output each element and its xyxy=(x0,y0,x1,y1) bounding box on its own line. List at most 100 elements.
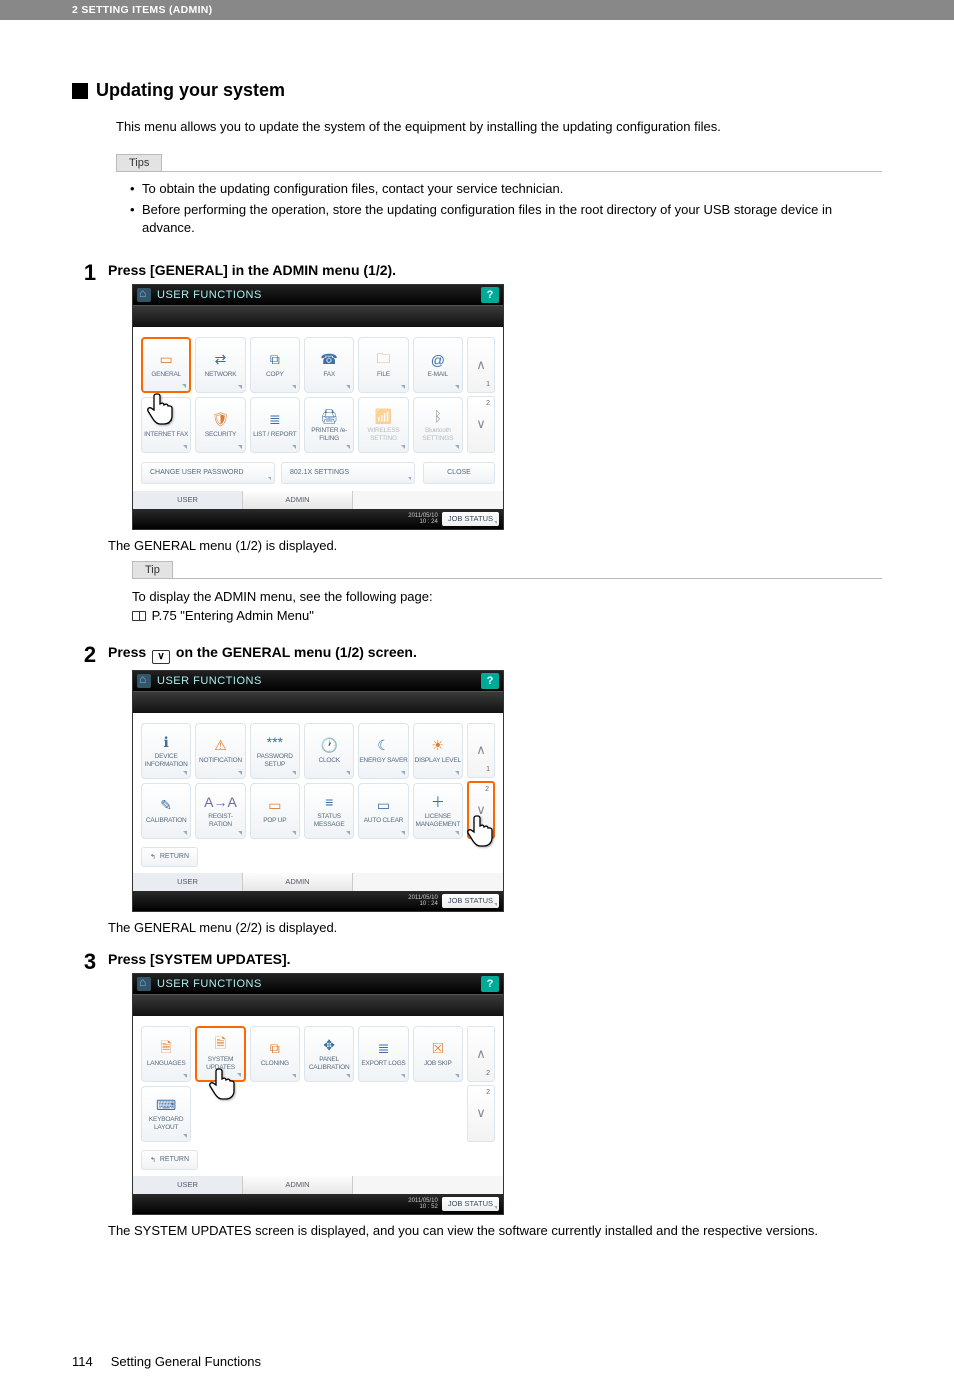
keyboard-icon: ⌨ xyxy=(155,1096,177,1114)
clock-button[interactable]: 🕐CLOCK xyxy=(304,723,354,779)
clear-icon: ▭ xyxy=(372,797,394,815)
device-info-button[interactable]: ℹDEVICE INFORMATION xyxy=(141,723,191,779)
license-mgmt-button[interactable]: ＋LICENSE MANAGEMENT xyxy=(413,783,463,839)
info-icon: ℹ xyxy=(155,733,177,751)
tips-item: Before performing the operation, store t… xyxy=(130,201,882,237)
page-down-button[interactable]: ∨2 xyxy=(467,396,495,453)
job-status-button[interactable]: JOB STATUS xyxy=(442,512,499,526)
file-button[interactable]: 🗀FILE xyxy=(358,337,408,393)
help-button[interactable]: ? xyxy=(481,976,499,992)
help-button[interactable]: ? xyxy=(481,673,499,689)
general-icon: ▭ xyxy=(155,351,177,369)
panel-calibration-button[interactable]: ✥PANEL CALIBRATION xyxy=(304,1026,354,1082)
page-up-button[interactable]: ∧2 xyxy=(467,1026,495,1083)
tips-label: Tips xyxy=(116,154,162,171)
step-1: 1 Press [GENERAL] in the ADMIN menu (1/2… xyxy=(72,262,882,636)
step-2-title: Press ∨ on the GENERAL menu (1/2) screen… xyxy=(108,644,882,664)
email-button[interactable]: @E-MAIL xyxy=(413,337,463,393)
tab-admin[interactable]: ADMIN xyxy=(243,873,353,891)
ss-statusbar: 2011/05/1010 : 24 JOB STATUS xyxy=(133,509,503,529)
brightness-icon: ☀ xyxy=(427,737,449,755)
calibrate-icon: ✎ xyxy=(155,797,177,815)
book-icon xyxy=(132,611,146,621)
page-down-button[interactable]: ∨2 xyxy=(467,781,495,839)
registration-button[interactable]: A→AREGIST- RATION xyxy=(195,783,245,839)
display-level-button[interactable]: ☀DISPLAY LEVEL xyxy=(413,723,463,779)
printer-icon: 🖨 xyxy=(318,407,340,425)
home-icon[interactable] xyxy=(137,288,151,302)
cloning-button[interactable]: ⧉CLONING xyxy=(250,1026,300,1082)
section-title: Updating your system xyxy=(96,80,285,101)
step-3: 3 Press [SYSTEM UPDATES]. USER FUNCTIONS… xyxy=(72,951,882,1246)
down-arrow-key-icon: ∨ xyxy=(152,650,170,664)
wireless-button[interactable]: 📶WIRELESS SETTING xyxy=(358,397,408,453)
8021x-button[interactable]: 802.1X SETTINGS xyxy=(281,462,415,484)
tab-user[interactable]: USER xyxy=(133,873,243,891)
notification-button[interactable]: ⚠NOTIFICATION xyxy=(195,723,245,779)
security-button[interactable]: 🛡SECURITY xyxy=(195,397,245,453)
network-button[interactable]: ⇄NETWORK xyxy=(195,337,245,393)
bluetooth-button[interactable]: ᛒBluetooth SETTINGS xyxy=(413,397,463,453)
key-icon: *** xyxy=(264,733,286,751)
tab-admin[interactable]: ADMIN xyxy=(243,491,353,509)
tip-line-1: To display the ADMIN menu, see the follo… xyxy=(132,587,882,607)
page-up-button[interactable]: ∧1 xyxy=(467,723,495,779)
printer-efiling-button[interactable]: 🖨PRINTER /e-FILING xyxy=(304,397,354,453)
calibration-button[interactable]: ✎CALIBRATION xyxy=(141,783,191,839)
tab-user[interactable]: USER xyxy=(133,491,243,509)
return-arrow-icon: ↰ xyxy=(150,853,156,861)
copy-button[interactable]: ⧉COPY xyxy=(250,337,300,393)
tab-user[interactable]: USER xyxy=(133,1176,243,1194)
fax-button[interactable]: ☎FAX xyxy=(304,337,354,393)
return-button[interactable]: ↰RETURN xyxy=(141,847,198,867)
job-status-button[interactable]: JOB STATUS xyxy=(442,1197,499,1211)
list-report-button[interactable]: ≣LIST / REPORT xyxy=(250,397,300,453)
popup-button[interactable]: ▭POP UP xyxy=(250,783,300,839)
system-updates-button[interactable]: 🗎SYSTEM UPDATES xyxy=(195,1026,245,1082)
keyboard-layout-button[interactable]: ⌨KEYBOARD LAYOUT xyxy=(141,1086,191,1142)
ss-tabs: USER ADMIN xyxy=(133,491,503,509)
ss-titlebar: USER FUNCTIONS ? xyxy=(133,285,503,305)
license-icon: ＋ xyxy=(427,793,449,811)
help-button[interactable]: ? xyxy=(481,287,499,303)
ss-pager: ∧1 ∨2 xyxy=(467,337,495,453)
ss-title: USER FUNCTIONS xyxy=(157,289,262,301)
home-icon[interactable] xyxy=(137,977,151,991)
job-skip-button[interactable]: ⮽JOB SKIP xyxy=(413,1026,463,1082)
screenshot-general-menu-1: USER FUNCTIONS? ℹDEVICE INFORMATION ⚠NOT… xyxy=(132,670,504,912)
energy-saver-button[interactable]: ☾ENERGY SAVER xyxy=(358,723,408,779)
change-password-button[interactable]: CHANGE USER PASSWORD xyxy=(141,462,275,484)
return-button[interactable]: ↰RETURN xyxy=(141,1150,198,1170)
file-icon: 🗀 xyxy=(372,351,394,369)
update-icon: 🗎 xyxy=(209,1036,231,1054)
return-arrow-icon: ↰ xyxy=(150,1156,156,1164)
password-setup-button[interactable]: ***PASSWORD SETUP xyxy=(250,723,300,779)
chapter-header: 2 SETTING ITEMS (ADMIN) xyxy=(0,0,954,20)
list-icon: ≣ xyxy=(264,411,286,429)
languages-button[interactable]: 🗎LANGUAGES xyxy=(141,1026,191,1082)
tab-admin[interactable]: ADMIN xyxy=(243,1176,353,1194)
step-3-title: Press [SYSTEM UPDATES]. xyxy=(108,951,882,967)
export-logs-button[interactable]: ≣EXPORT LOGS xyxy=(358,1026,408,1082)
page-number: 114 xyxy=(72,1354,93,1369)
step-1-caption: The GENERAL menu (1/2) is displayed. xyxy=(108,538,882,553)
clone-icon: ⧉ xyxy=(264,1040,286,1058)
auto-clear-button[interactable]: ▭AUTO CLEAR xyxy=(358,783,408,839)
status-message-button[interactable]: ≡STATUS MESSAGE xyxy=(304,783,354,839)
home-icon[interactable] xyxy=(137,674,151,688)
step-2-caption: The GENERAL menu (2/2) is displayed. xyxy=(108,920,882,935)
section-heading: Updating your system xyxy=(72,80,882,101)
job-status-button[interactable]: JOB STATUS xyxy=(442,894,499,908)
tips-body: To obtain the updating configuration fil… xyxy=(116,171,882,238)
close-button[interactable]: CLOSE xyxy=(423,462,495,484)
page-up-button[interactable]: ∧1 xyxy=(467,337,495,394)
skip-icon: ⮽ xyxy=(427,1040,449,1058)
page-down-button[interactable]: ∨2 xyxy=(467,1085,495,1142)
bell-icon: ⚠ xyxy=(209,737,231,755)
page-content: Updating your system This menu allows yo… xyxy=(0,20,954,1294)
tips-box: Tips To obtain the updating configuratio… xyxy=(116,154,882,238)
general-button[interactable]: ▭GENERAL xyxy=(141,337,191,393)
square-bullet-icon xyxy=(72,83,88,99)
internet-fax-button[interactable]: 🖶INTERNET FAX xyxy=(141,397,191,453)
step-number: 2 xyxy=(72,644,108,943)
